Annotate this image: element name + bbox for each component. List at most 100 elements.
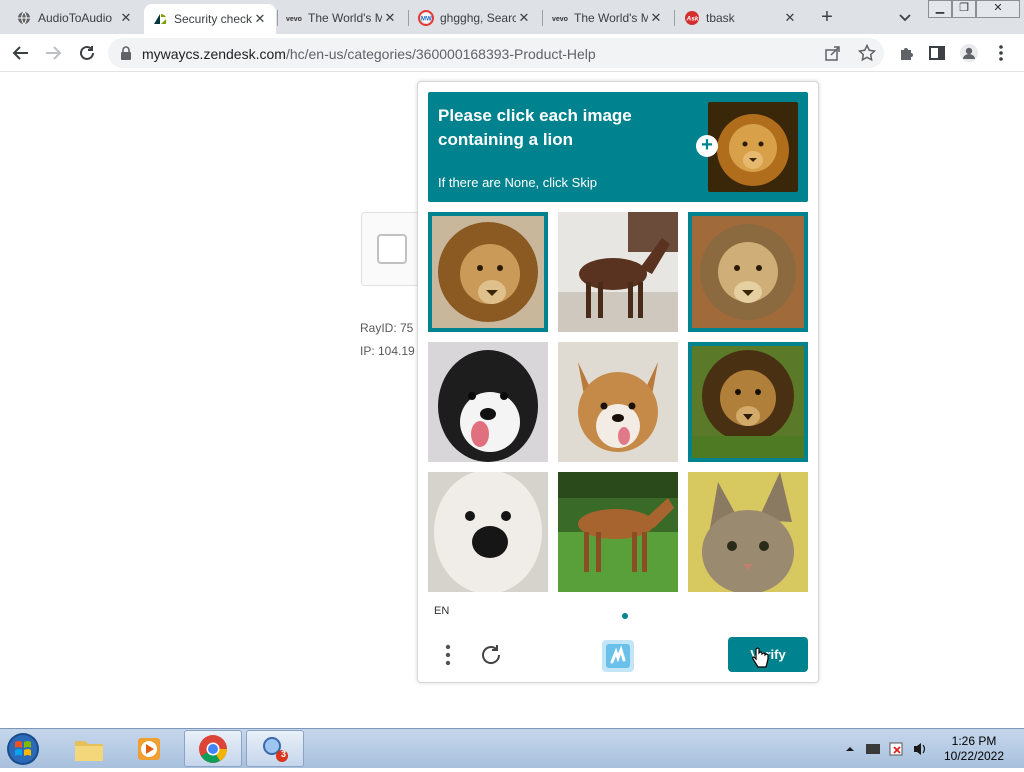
arrow-right-icon: [46, 46, 62, 60]
tab-audiotoaudio[interactable]: AudioToAudio ✕: [8, 4, 142, 32]
page-indicator-dot: [622, 613, 628, 619]
kebab-menu-icon: [999, 45, 1003, 61]
avatar-icon: [960, 44, 978, 62]
grid-tile-lion[interactable]: [688, 212, 808, 332]
svg-text:vevo: vevo: [552, 16, 568, 22]
expand-example-plus-icon[interactable]: +: [696, 135, 718, 157]
extensions-button[interactable]: [896, 42, 918, 64]
taskbar-chrome[interactable]: [184, 730, 242, 767]
svg-text:vevo: vevo: [286, 16, 302, 22]
share-icon[interactable]: [824, 44, 842, 62]
tab-title: ghgghg, Search: [440, 11, 516, 25]
language-selector[interactable]: EN: [434, 605, 449, 617]
windows-start-orb-icon: [7, 733, 39, 765]
tab-separator: [408, 10, 409, 26]
folder-icon: [75, 740, 103, 761]
volume-icon: [914, 743, 921, 755]
close-icon[interactable]: ✕: [252, 11, 268, 27]
window-close-button[interactable]: ✕: [976, 0, 1020, 18]
tab-separator: [674, 10, 675, 26]
challenge-title: Please click each image containing a lio…: [438, 106, 632, 149]
tab-worlds-1[interactable]: vevo The World's M ✕: [278, 4, 406, 32]
tab-tbask[interactable]: Ask tbask ✕: [676, 4, 806, 32]
close-icon[interactable]: ✕: [382, 10, 398, 26]
refresh-challenge-button[interactable]: [478, 642, 504, 668]
restore-button[interactable]: ❐: [952, 0, 976, 18]
side-panel-icon: [929, 46, 945, 60]
clock-time: 1:26 PM: [951, 734, 997, 748]
tab-separator: [542, 10, 543, 26]
taskbar-explorer[interactable]: [60, 730, 118, 767]
vevo-icon: vevo: [286, 10, 302, 26]
taskbar-clock[interactable]: 1:26 PM 10/22/2022: [936, 734, 1012, 764]
reload-button[interactable]: [76, 42, 98, 64]
tab-search-chevron-icon[interactable]: [896, 8, 914, 26]
menu-button[interactable]: [438, 640, 458, 670]
address-bar[interactable]: mywaycs.zendesk.com/hc/en-us/categories/…: [108, 38, 884, 68]
bookmark-star-icon[interactable]: [857, 43, 877, 62]
taskbar-media-player[interactable]: [120, 730, 178, 767]
challenge-prompt: Please click each image containing a lio…: [428, 92, 808, 202]
tab-worlds-2[interactable]: vevo The World's M ✕: [544, 4, 672, 32]
grid-tile-lion[interactable]: [428, 212, 548, 332]
grid-tile-lion[interactable]: [688, 342, 808, 462]
grid-tile-dog[interactable]: [428, 472, 548, 592]
close-icon[interactable]: ✕: [516, 10, 532, 26]
challenge-checkbox[interactable]: [377, 234, 407, 264]
hcaptcha-challenge: Please click each image containing a lio…: [417, 81, 819, 683]
vevo-icon: vevo: [552, 10, 568, 26]
ask-icon: Ask: [684, 10, 700, 26]
tab-search[interactable]: MW ghgghg, Search ✕: [410, 4, 540, 32]
lock-icon: [120, 46, 132, 65]
start-button[interactable]: [3, 731, 45, 767]
close-icon[interactable]: ✕: [782, 10, 798, 26]
tab-strip: AudioToAudio ✕ Security check ✕ vevo The…: [0, 0, 1024, 34]
grid-tile-horse[interactable]: [558, 212, 678, 332]
tab-security-check[interactable]: Security check ✕: [144, 4, 276, 34]
tab-title: The World's M: [308, 11, 382, 25]
tab-title: Security check: [174, 12, 252, 26]
profile-button[interactable]: [958, 42, 980, 64]
media-player-icon: [138, 737, 160, 760]
tab-title: The World's M: [574, 11, 648, 25]
url-host: mywaycs.zendesk.com: [142, 46, 286, 62]
forward-button[interactable]: [42, 42, 64, 64]
network-icon: [866, 744, 880, 754]
tab-title: AudioToAudio: [38, 11, 113, 25]
taskbar-task-app[interactable]: 3: [246, 730, 304, 767]
tab-title: tbask: [706, 11, 735, 25]
system-tray: [842, 739, 932, 759]
reload-icon: [80, 45, 94, 60]
arrow-left-icon: [12, 46, 28, 60]
windows-taskbar: 3 1:26 PM 10/22/2022: [0, 728, 1024, 768]
globe-icon: [16, 10, 32, 26]
image-grid: [428, 212, 808, 592]
close-icon[interactable]: ✕: [648, 10, 664, 26]
hand-cursor-icon: [751, 647, 769, 674]
zendesk-icon: [152, 11, 168, 27]
minimize-button[interactable]: ▁: [928, 0, 952, 18]
challenge-subtitle: If there are None, click Skip: [438, 175, 597, 190]
grid-tile-dog[interactable]: [428, 342, 548, 462]
new-tab-button[interactable]: +: [816, 6, 838, 28]
back-button[interactable]: [10, 42, 32, 64]
grid-tile-horse[interactable]: [558, 472, 678, 592]
url-path: /hc/en-us/categories/360000168393-Produc…: [285, 46, 596, 62]
grid-tile-dog[interactable]: [558, 342, 678, 462]
chrome-menu-button[interactable]: [990, 42, 1012, 64]
tray-expand-icon: [846, 747, 854, 751]
svg-text:MW: MW: [421, 17, 432, 23]
taskbar-badge: 3: [281, 749, 287, 759]
kebab-menu-icon: [445, 644, 451, 666]
ray-id-text: RayID: 75: [360, 321, 414, 335]
chrome-icon: [199, 734, 227, 763]
example-image-lion[interactable]: [708, 102, 798, 192]
hcaptcha-logo-icon: [601, 639, 635, 673]
url-text: mywaycs.zendesk.com/hc/en-us/categories/…: [142, 46, 596, 62]
close-icon[interactable]: ✕: [118, 10, 134, 26]
grid-tile-cat[interactable]: [688, 472, 808, 592]
mw-icon: MW: [418, 10, 434, 26]
ip-text: IP: 104.19: [360, 344, 415, 358]
browser-toolbar: mywaycs.zendesk.com/hc/en-us/categories/…: [0, 34, 1024, 72]
side-panel-button[interactable]: [926, 42, 948, 64]
